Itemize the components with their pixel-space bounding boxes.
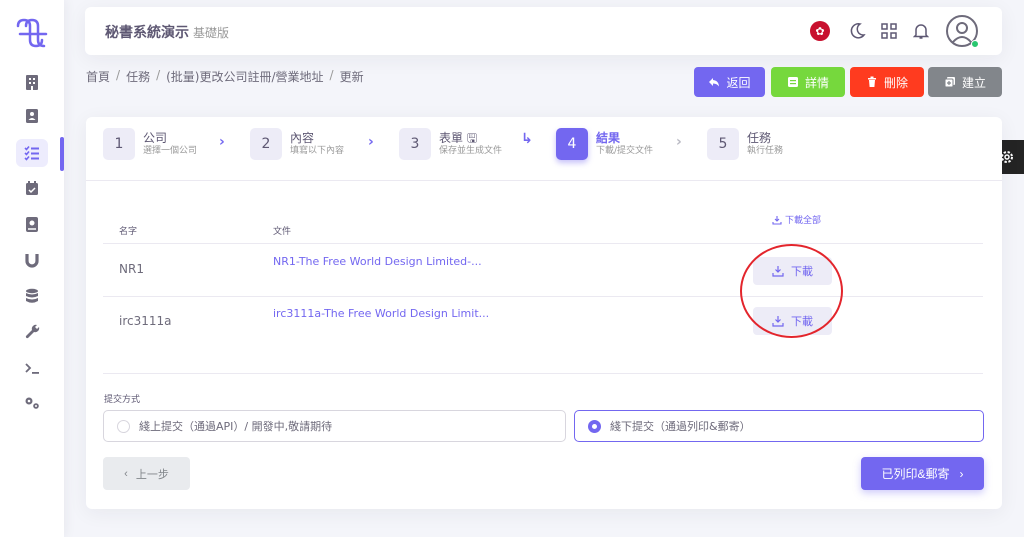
contact-book-icon[interactable]: [16, 102, 48, 130]
row-2-file-link[interactable]: irc3111a-The Free World Design Limit...: [273, 307, 489, 320]
step-content[interactable]: 2 內容 填寫以下內容: [250, 128, 344, 160]
column-header-name: 名字: [119, 227, 138, 237]
active-indicator: [60, 137, 64, 171]
details-button[interactable]: 詳情: [771, 67, 845, 97]
step-result[interactable]: 4 結果 下載/提交文件: [556, 128, 653, 160]
apps-grid-icon[interactable]: [877, 19, 901, 43]
calendar-check-icon[interactable]: [16, 174, 48, 202]
task-list-icon[interactable]: [16, 139, 48, 167]
database-icon[interactable]: [16, 282, 48, 310]
section-divider: [103, 373, 983, 374]
chevron-right-icon: ›: [219, 134, 225, 150]
online-option-label: 綫上提交（通過API）/ 開發中,敬請期待: [139, 420, 333, 433]
dark-mode-icon[interactable]: [845, 19, 869, 43]
breadcrumb-current: 更新: [339, 70, 364, 84]
download-icon: [772, 215, 782, 225]
notification-bell-icon[interactable]: [909, 19, 933, 43]
gears-icon[interactable]: [16, 389, 48, 417]
online-submission-option[interactable]: 綫上提交（通過API）/ 開發中,敬請期待: [103, 410, 566, 442]
trash-icon: [867, 76, 876, 87]
building-icon[interactable]: [16, 68, 48, 96]
previous-step-button[interactable]: ‹ 上一步: [103, 457, 190, 490]
row-1-file-link[interactable]: NR1-The Free World Design Limited-...: [273, 255, 482, 268]
row-2-name: irc3111a: [119, 314, 172, 328]
app-logo[interactable]: [12, 18, 52, 48]
breadcrumb-tasks[interactable]: 任務: [126, 68, 150, 85]
magnet-icon[interactable]: [16, 246, 48, 274]
offline-submission-option[interactable]: 綫下提交（通過列印&郵寄）: [574, 410, 984, 442]
chevron-right-icon: ›: [368, 134, 374, 150]
chevron-right-icon: ›: [959, 466, 964, 481]
row-1-name: NR1: [119, 262, 144, 276]
next-step-button[interactable]: 已列印&郵寄 ›: [861, 457, 984, 490]
step-form[interactable]: 3 表單 🖫 保存並生成文件: [399, 128, 502, 160]
wizard-card: 1 公司 選擇一個公司 › 2 內容 填寫以下內容 › 3 表單 🖫 保存並生成文件 …: [86, 117, 1002, 509]
table-header-line: [103, 243, 983, 244]
online-radio[interactable]: [117, 419, 130, 433]
reply-arrow-icon: [709, 78, 720, 87]
submission-method-label: 提交方式: [104, 395, 141, 405]
steps-divider: [86, 180, 1002, 181]
details-list-icon: [787, 77, 798, 87]
breadcrumb-home[interactable]: 首頁: [86, 68, 110, 85]
chevron-left-icon: ‹: [124, 467, 128, 480]
contacts-icon[interactable]: [16, 210, 48, 238]
download-all-link[interactable]: 下載全部: [772, 213, 821, 226]
turn-arrow-icon: ↳: [521, 131, 533, 147]
terminal-icon[interactable]: [16, 354, 48, 382]
step-task[interactable]: 5 任務 執行任務: [707, 128, 783, 160]
column-header-file: 文件: [273, 227, 292, 237]
back-button[interactable]: 返回: [694, 67, 765, 97]
app-title: 秘書系統演示 基礎版: [105, 22, 229, 42]
step-company[interactable]: 1 公司 選擇一個公司: [103, 128, 197, 160]
offline-option-label: 綫下提交（通過列印&郵寄）: [610, 420, 751, 433]
online-status-dot: [971, 40, 979, 48]
add-copy-icon: [944, 77, 955, 88]
sidebar: [0, 0, 64, 537]
save-icon: 🖫: [466, 131, 478, 145]
offline-radio[interactable]: [588, 419, 601, 433]
breadcrumb-task-type[interactable]: (批量)更改公司註冊/營業地址: [166, 68, 323, 85]
user-avatar[interactable]: [946, 15, 979, 48]
top-navbar: 秘書系統演示 基礎版 ✿: [85, 7, 1002, 55]
delete-button[interactable]: 刪除: [850, 67, 924, 97]
app-name: 秘書系統演示: [105, 25, 189, 41]
create-button[interactable]: 建立: [928, 67, 1002, 97]
wrench-icon[interactable]: [16, 318, 48, 346]
highlight-annotation-circle: [740, 244, 843, 338]
chevron-right-icon: ›: [676, 134, 682, 150]
breadcrumb: 首頁 / 任務 / (批量)更改公司註冊/營業地址 / 更新: [86, 68, 364, 85]
language-flag-icon[interactable]: ✿: [808, 19, 832, 43]
app-edition: 基礎版: [193, 26, 230, 40]
table-row-line: [103, 296, 983, 297]
